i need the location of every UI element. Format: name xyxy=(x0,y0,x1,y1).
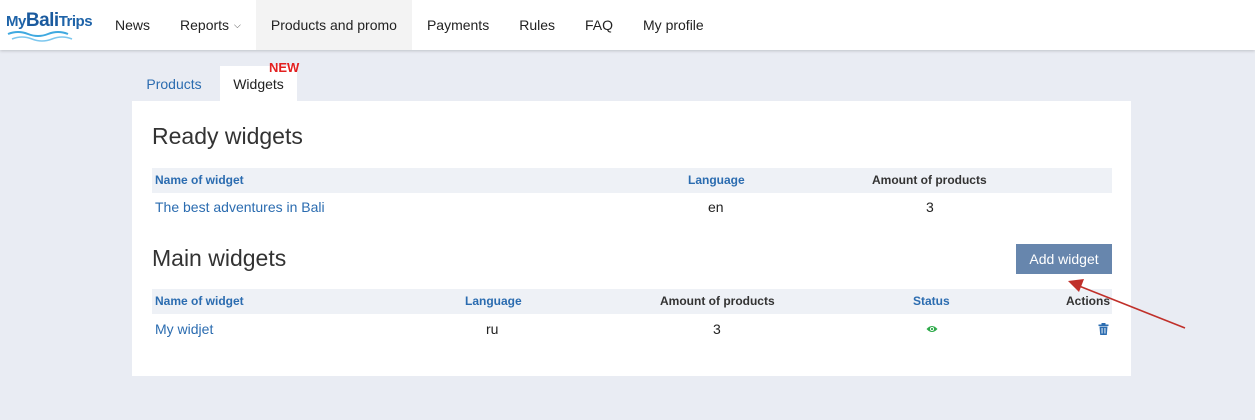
logo-text-bali: Bali xyxy=(25,10,59,31)
nav-faq[interactable]: FAQ xyxy=(570,0,628,50)
column-header-amount: Amount of products xyxy=(660,294,775,308)
logo[interactable]: MyBaliTrips xyxy=(6,8,93,44)
ready-widgets-table-header: Name of widget Language Amount of produc… xyxy=(152,168,1112,193)
column-header-status[interactable]: Status xyxy=(913,289,950,314)
widget-name-link[interactable]: My widjet xyxy=(155,315,213,343)
column-header-amount: Amount of products xyxy=(872,173,987,187)
widget-language: en xyxy=(708,199,724,215)
main-widgets-title: Main widgets xyxy=(152,245,287,271)
nav-faq-label: FAQ xyxy=(585,17,614,33)
annotation-arrow-icon xyxy=(1068,279,1186,329)
nav-rules[interactable]: Rules xyxy=(504,0,570,50)
tab-products[interactable]: Products xyxy=(132,66,216,101)
widget-amount: 3 xyxy=(926,199,934,215)
column-header-name[interactable]: Name of widget xyxy=(155,289,244,314)
table-row: The best adventures in Bali en 3 xyxy=(152,193,1112,221)
nav-my-profile[interactable]: My profile xyxy=(628,0,719,50)
widget-amount: 3 xyxy=(713,321,721,337)
logo-text-trips: Trips xyxy=(58,13,93,30)
nav-payments[interactable]: Payments xyxy=(412,0,504,50)
logo-text: MyBaliTrips xyxy=(6,10,93,32)
main-widgets-table-header: Name of widget Language Amount of produc… xyxy=(152,289,1112,314)
nav-my-profile-label: My profile xyxy=(643,17,704,33)
widget-name-link[interactable]: The best adventures in Bali xyxy=(155,193,325,221)
main-nav: News Reports ⌵ Products and promo Payment… xyxy=(100,0,719,50)
table-row: My widjet ru 3 xyxy=(152,315,1112,343)
nav-products-and-promo[interactable]: Products and promo xyxy=(255,0,412,50)
nav-news[interactable]: News xyxy=(100,0,165,50)
nav-products-and-promo-label: Products and promo xyxy=(270,17,397,33)
widget-language: ru xyxy=(486,321,499,337)
nav-rules-label: Rules xyxy=(519,17,555,33)
nav-reports-label: Reports xyxy=(180,17,230,33)
top-navbar: MyBaliTrips News Reports ⌵ Products and p… xyxy=(0,0,1255,50)
tab-widgets-label: Widgets xyxy=(233,75,284,92)
tab-products-label: Products xyxy=(146,75,202,92)
new-badge: NEW xyxy=(269,60,300,75)
nav-reports[interactable]: Reports ⌵ xyxy=(165,0,256,50)
nav-payments-label: Payments xyxy=(426,17,490,33)
widgets-panel: Ready widgets Name of widget Language Am… xyxy=(132,101,1131,376)
nav-news-label: News xyxy=(115,17,151,33)
column-header-language[interactable]: Language xyxy=(688,168,745,193)
column-header-name[interactable]: Name of widget xyxy=(155,168,244,193)
column-header-language[interactable]: Language xyxy=(465,289,522,314)
eye-icon[interactable] xyxy=(926,324,938,334)
chevron-down-icon: ⌵ xyxy=(234,19,241,30)
logo-text-my: My xyxy=(6,13,26,30)
wave-icon xyxy=(7,31,73,42)
ready-widgets-title: Ready widgets xyxy=(152,123,303,149)
